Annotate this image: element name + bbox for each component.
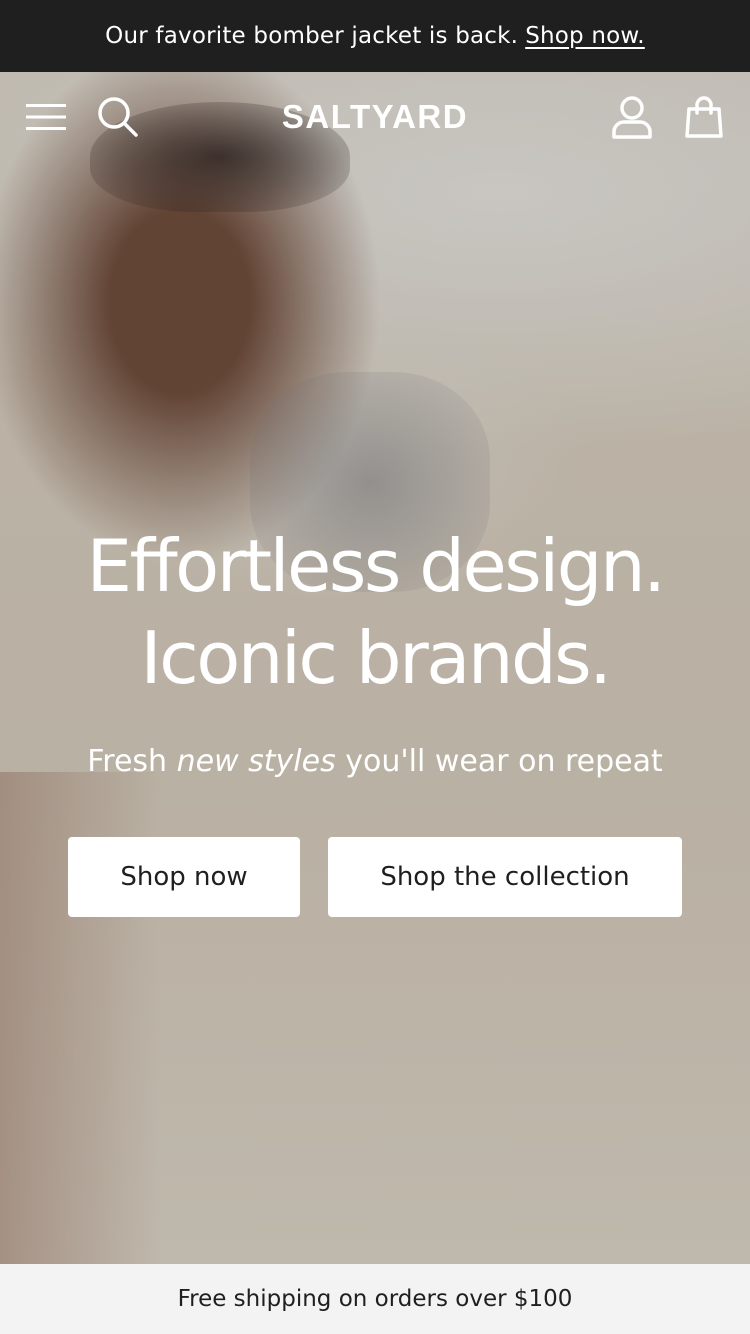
hero-headline-line2: Iconic brands. [140,616,612,700]
user-icon[interactable] [610,95,654,139]
header-left-actions [24,95,140,139]
hero-headline: Effortless design. Iconic brands. [0,520,750,704]
shopping-bag-icon[interactable] [682,95,726,139]
header-right-actions [610,95,726,139]
hero-cta-row: Shop now Shop the collection [68,837,682,917]
hero-subhead-post: you'll wear on repeat [345,744,663,779]
search-icon[interactable] [96,95,140,139]
hero-content: Effortless design. Iconic brands. Fresh … [0,520,750,779]
site-header: SALTYARD [0,72,750,162]
hero-subhead-emphasis: new styles [176,744,336,779]
hero-subhead-pre: Fresh [87,744,168,779]
announcement-text: Our favorite bomber jacket is back. [105,23,519,49]
free-shipping-text: Free shipping on orders over $100 [177,1286,573,1312]
announcement-bar: Our favorite bomber jacket is back. Shop… [0,0,750,72]
announcement-shop-link[interactable]: Shop now. [525,23,645,49]
shop-collection-button[interactable]: Shop the collection [328,837,682,917]
hamburger-menu-icon[interactable] [24,95,68,139]
hero-headline-line1: Effortless design. [86,524,666,608]
free-shipping-banner: Free shipping on orders over $100 [0,1264,750,1334]
shop-now-button[interactable]: Shop now [68,837,300,917]
hero-subhead: Fresh new styles you'll wear on repeat [0,744,750,779]
